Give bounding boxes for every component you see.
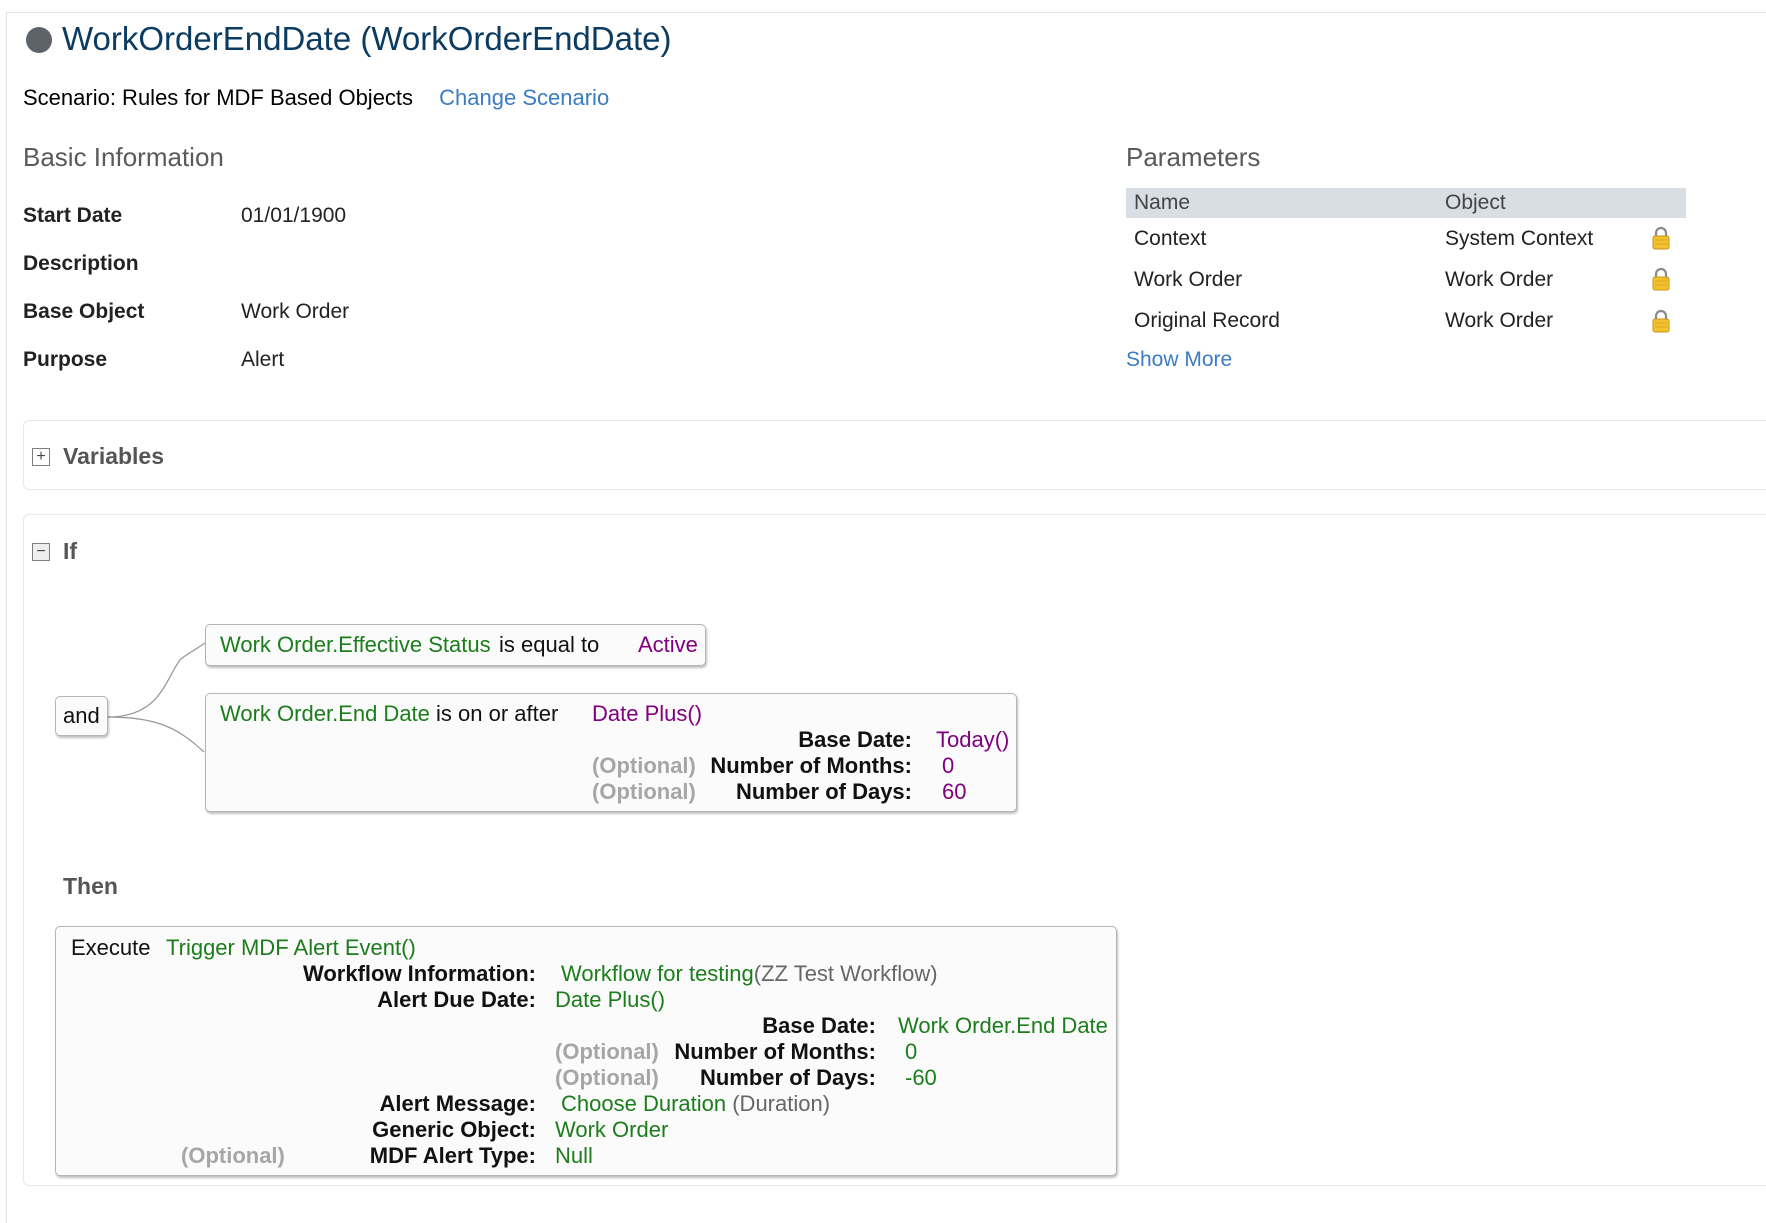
alert-type-value[interactable]: Null [555,1143,593,1169]
cond1-operator[interactable]: is equal to [499,632,599,658]
param-row-object: System Context [1445,227,1594,250]
if-title: If [63,538,78,564]
expand-variables-button[interactable]: + [32,448,50,466]
execute-function[interactable]: Trigger MDF Alert Event() [166,935,416,961]
cond2-days-optional: (Optional) [592,779,696,804]
cond2-base-date-value[interactable]: Today() [936,727,1009,753]
alert-due-date-label: Alert Due Date: [377,987,536,1012]
then-days-optional: (Optional) [555,1065,659,1090]
param-row-name: Work Order [1134,268,1243,291]
base-object-value: Work Order [241,300,350,323]
then-base-date-value[interactable]: Work Order.End Date [898,1013,1108,1039]
param-row-name: Original Record [1134,309,1280,332]
alert-message-value: Choose Duration [561,1091,727,1116]
variables-title: Variables [63,443,165,469]
then-days-label: Number of Days: [699,1065,876,1090]
alert-message-label: Alert Message: [379,1091,536,1116]
param-row-name: Context [1134,227,1207,250]
purpose-value: Alert [241,348,285,371]
param-col-object: Object [1445,191,1506,214]
cond1-value[interactable]: Active [638,632,698,658]
basic-info-heading: Basic Information [23,142,224,172]
start-date-value: 01/01/1900 [241,204,347,227]
show-more-link[interactable]: Show More [1126,348,1232,372]
status-dot-icon [26,27,52,53]
cond2-base-date-label: Base Date: [798,727,912,752]
condition-2-box[interactable]: Work Order.End Date is on or after Date … [205,693,1017,812]
lock-icon [1652,226,1670,250]
and-connector-lines [107,642,206,753]
condition-1-box[interactable]: Work Order.Effective Status is equal to … [205,624,706,666]
cond2-function[interactable]: Date Plus() [592,701,702,727]
scenario-text: Scenario: Rules for MDF Based Objects [23,85,414,110]
purpose-label: Purpose [23,348,108,371]
cond2-days-label: Number of Days: [735,779,912,804]
alert-type-label: MDF Alert Type: [369,1143,536,1168]
lock-icon [1652,309,1670,333]
then-months-value[interactable]: 0 [905,1039,917,1065]
lock-icon [1652,267,1670,291]
generic-object-value[interactable]: Work Order [555,1117,668,1143]
base-object-label: Base Object [23,300,145,323]
variables-panel [23,420,1766,490]
and-operator-label: and [63,703,100,728]
cond2-days-value[interactable]: 60 [942,779,966,805]
then-months-label: Number of Months: [674,1039,876,1064]
collapse-if-button[interactable]: − [32,543,50,561]
workflow-extra: (ZZ Test Workflow) [753,961,938,986]
then-action-box[interactable]: Execute Trigger MDF Alert Event() Workfl… [55,926,1117,1176]
cond2-field[interactable]: Work Order.End Date [220,701,430,727]
cond2-months-value[interactable]: 0 [942,753,954,779]
workflow-label: Workflow Information: [302,961,536,986]
page-title: WorkOrderEndDate (WorkOrderEndDate) [62,20,672,57]
start-date-label: Start Date [23,204,123,227]
then-days-value[interactable]: -60 [905,1065,937,1091]
alert-type-optional: (Optional) [181,1143,285,1168]
alert-due-date-function[interactable]: Date Plus() [555,987,665,1013]
cond2-months-optional: (Optional) [592,753,696,778]
param-row-object: Work Order [1445,309,1554,332]
and-operator-box[interactable]: and [55,696,108,736]
change-scenario-link[interactable]: Change Scenario [439,85,609,110]
then-title: Then [63,873,118,899]
workflow-value: Workflow for testing [561,961,754,986]
parameters-table-header [1126,188,1686,218]
cond2-months-label: Number of Months: [710,753,912,778]
scenario-line: Scenario: Rules for MDF Based Objects Ch… [23,85,609,111]
generic-object-label: Generic Object: [372,1117,536,1142]
parameters-heading: Parameters [1126,142,1261,172]
param-col-name: Name [1134,191,1191,214]
description-label: Description [23,252,139,275]
param-row-object: Work Order [1445,268,1554,291]
alert-message-value-line[interactable]: Choose Duration (Duration) [561,1091,830,1117]
then-base-date-label: Base Date: [762,1013,876,1038]
workflow-value-line[interactable]: Workflow for testing(ZZ Test Workflow) [561,961,938,987]
execute-label: Execute [71,935,151,960]
alert-message-extra: (Duration) [732,1091,831,1116]
cond2-operator[interactable]: is on or after [436,701,558,727]
cond1-field[interactable]: Work Order.Effective Status [220,632,491,658]
then-months-optional: (Optional) [555,1039,659,1064]
